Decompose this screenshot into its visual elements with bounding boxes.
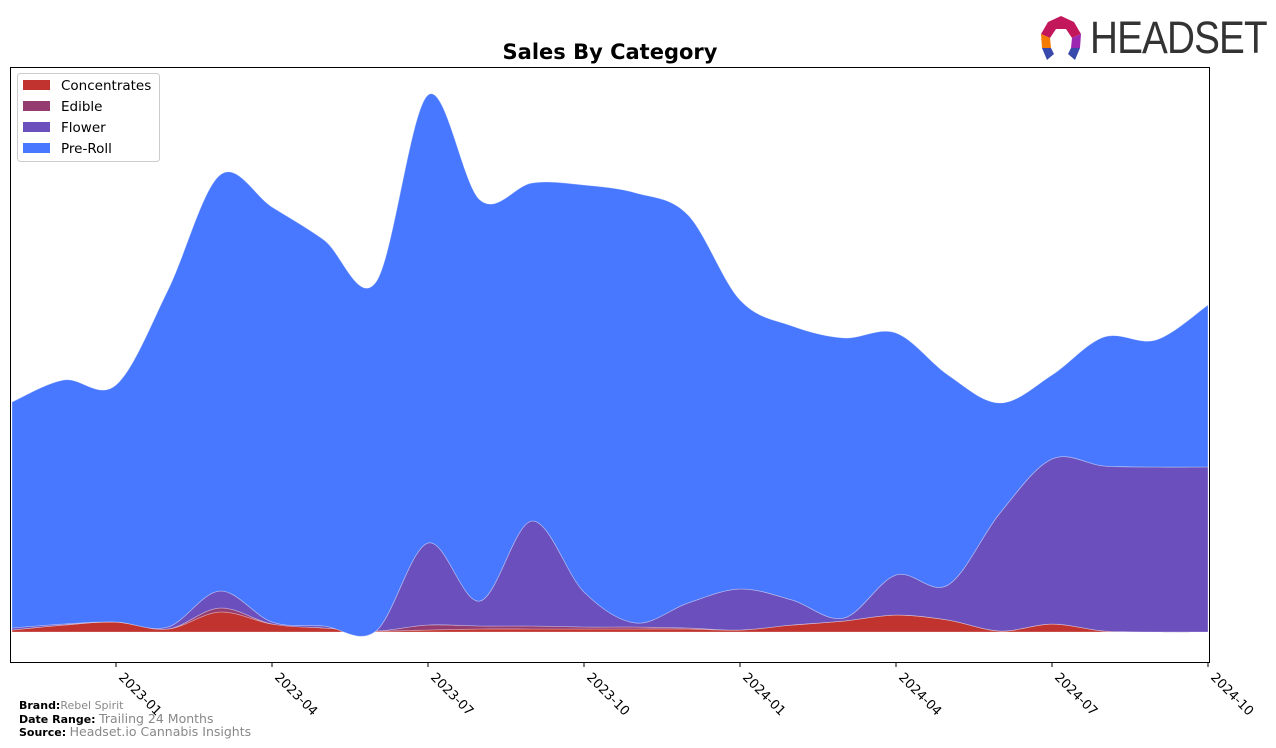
legend-swatch-pre-roll bbox=[23, 143, 50, 153]
legend-label-flower: Flower bbox=[61, 120, 106, 136]
x-axis: 2023-01 2023-04 2023-07 2023-10 2024-01 2024-… bbox=[115, 662, 1256, 719]
x-tick-label: 2024-10 bbox=[1207, 670, 1256, 719]
sales-by-category-chart: Sales By Category 2023-01 2023-04 2023-07 2… bbox=[10, 40, 1256, 719]
headset-logo: HEADSET bbox=[1036, 12, 1268, 64]
x-tick-label: 2023-04 bbox=[271, 670, 320, 719]
x-tick-label: 2024-01 bbox=[739, 670, 788, 719]
legend-swatch-edible bbox=[23, 101, 50, 111]
legend-label-concentrates: Concentrates bbox=[61, 78, 151, 94]
headset-logo-icon bbox=[1041, 16, 1081, 60]
source-value: Headset.io Cannabis Insights bbox=[69, 724, 252, 739]
headset-logo-text: HEADSET bbox=[1090, 12, 1268, 63]
x-tick-label: 2023-10 bbox=[583, 670, 632, 719]
source-label: Source: bbox=[19, 726, 67, 739]
chart-title: Sales By Category bbox=[503, 40, 718, 64]
legend-swatch-concentrates bbox=[23, 80, 50, 90]
legend-label-edible: Edible bbox=[61, 99, 102, 115]
x-tick-label: 2024-07 bbox=[1051, 670, 1100, 719]
legend-swatch-flower bbox=[23, 122, 50, 132]
legend: Concentrates Edible Flower Pre-Roll bbox=[17, 73, 160, 162]
legend-label-pre-roll: Pre-Roll bbox=[61, 141, 112, 157]
plot-areas bbox=[11, 93, 1209, 637]
footer-source: Source: Headset.io Cannabis Insights bbox=[19, 725, 251, 739]
x-tick-label: 2023-07 bbox=[427, 670, 476, 719]
brand-label: Brand: bbox=[19, 699, 61, 712]
x-tick-label: 2024-04 bbox=[895, 670, 944, 719]
